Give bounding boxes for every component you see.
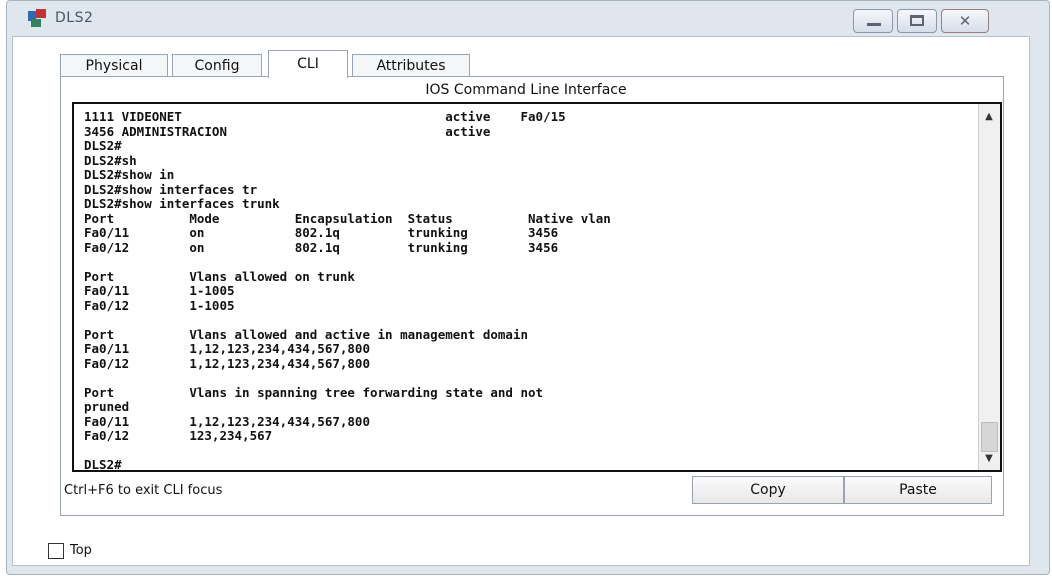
cli-line: Fa0/11 1,12,123,234,434,567,800 xyxy=(84,413,370,429)
cli-line: Port Vlans in spanning tree forwarding s… xyxy=(84,384,544,400)
network-device-icon xyxy=(28,9,46,27)
scroll-down-icon[interactable]: ▼ xyxy=(979,450,999,468)
cli-line: Fa0/12 123,234,567 xyxy=(84,428,273,443)
cli-line: Fa0/12 1,12,123,234,434,567,800 xyxy=(84,355,370,371)
title-bar[interactable]: DLS2 ✕ xyxy=(7,1,1049,37)
cli-line: DLS2#show interfaces trunk xyxy=(84,196,280,211)
cli-line: Fa0/11 on 802.1q trunking 3456 xyxy=(84,225,559,240)
close-button[interactable]: ✕ xyxy=(941,9,989,33)
maximize-button[interactable] xyxy=(897,9,937,33)
cli-line: Port Mode Encapsulation Status Native vl… xyxy=(84,210,611,226)
cli-line: 3456 ADMINISTRACION active xyxy=(84,123,491,139)
cli-line: DLS2#show in xyxy=(84,167,175,182)
paste-button[interactable]: Paste xyxy=(844,476,992,504)
tab-attributes[interactable]: Attributes xyxy=(352,54,470,76)
scroll-thumb[interactable] xyxy=(981,422,998,452)
tab-physical[interactable]: Physical xyxy=(60,54,168,76)
cli-line: DLS2#sh xyxy=(84,152,137,168)
close-icon: ✕ xyxy=(958,12,972,30)
cli-prompt: DLS2# xyxy=(84,457,122,472)
top-label: Top xyxy=(70,543,92,558)
cli-line: Port Vlans allowed on trunk xyxy=(84,268,355,284)
cli-output: 1111 VIDEONET active Fa0/15 3456 ADMINIS… xyxy=(84,109,611,472)
cli-line: DLS2#show interfaces tr xyxy=(84,181,258,197)
cli-line: 1111 VIDEONET active Fa0/15 xyxy=(84,109,566,124)
cli-line: Fa0/11 1,12,123,234,434,567,800 xyxy=(84,341,370,356)
cli-line: Fa0/12 on 802.1q trunking 3456 xyxy=(84,239,559,255)
cli-console[interactable]: 1111 VIDEONET active Fa0/15 3456 ADMINIS… xyxy=(72,102,1002,472)
top-checkbox[interactable] xyxy=(48,543,64,559)
cli-line: Fa0/12 1-1005 xyxy=(84,297,235,313)
copy-button[interactable]: Copy xyxy=(692,476,844,504)
tab-cli[interactable]: CLI xyxy=(268,50,348,78)
cli-line: Fa0/11 1-1005 xyxy=(84,283,235,298)
cli-line: Port Vlans allowed and active in managem… xyxy=(84,326,529,342)
maximize-icon xyxy=(910,15,924,26)
minimize-icon xyxy=(867,23,881,26)
tab-config[interactable]: Config xyxy=(172,54,262,76)
minimize-button[interactable] xyxy=(853,9,893,33)
scroll-up-icon[interactable]: ▲ xyxy=(979,108,999,126)
panel-title: IOS Command Line Interface xyxy=(425,82,627,98)
cli-focus-hint: Ctrl+F6 to exit CLI focus xyxy=(64,483,223,498)
window-title: DLS2 xyxy=(55,10,94,26)
console-scrollbar[interactable]: ▲ ▼ xyxy=(978,104,1000,470)
cli-line: pruned xyxy=(84,399,130,414)
cli-line: DLS2# xyxy=(84,138,122,153)
